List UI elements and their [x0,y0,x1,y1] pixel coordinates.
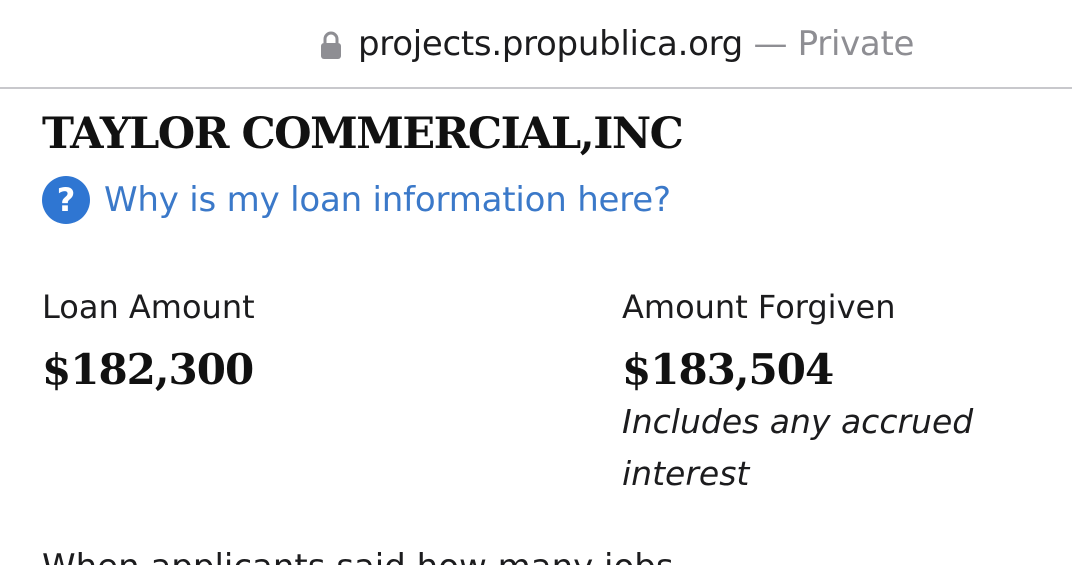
private-mode-label: Private [797,24,915,64]
business-name: TAYLOR COMMERCIAL,INC [42,109,684,159]
loan-amount-label: Loan Amount [42,288,255,326]
lock-icon [321,31,341,59]
amount-forgiven-label: Amount Forgiven [622,288,896,326]
accrued-interest-note: Includes any accrued interest [622,402,974,493]
url-domain: projects.propublica.org [358,24,743,64]
question-mark-icon[interactable]: ? [42,176,90,224]
address-bar[interactable]: projects.propublica.org — Private [0,0,1072,89]
why-is-my-loan-here-link[interactable]: Why is my loan information here? [104,178,671,222]
help-link-row[interactable]: ? Why is my loan information here? [42,176,671,224]
amount-forgiven-value: $183,504 [622,345,834,394]
url-display[interactable]: projects.propublica.org — Private [358,24,914,64]
url-separator: — [742,24,798,64]
truncated-paragraph: When applicants said how many jobs [42,545,674,565]
loan-amount-value: $182,300 [42,345,254,394]
